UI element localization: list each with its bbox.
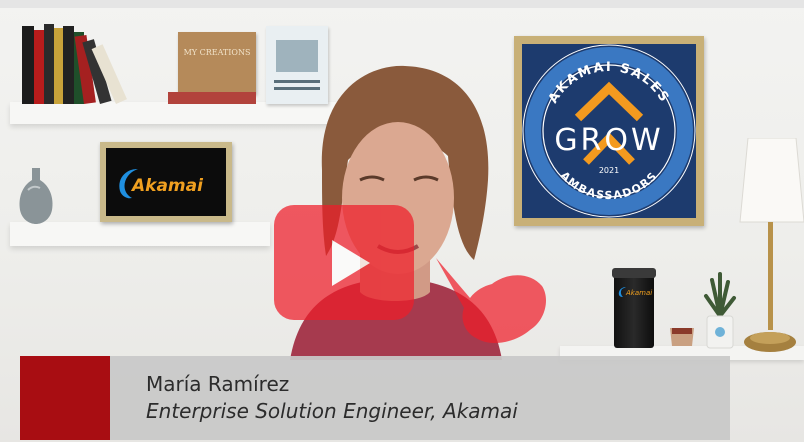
top-band bbox=[0, 0, 804, 8]
video-player[interactable]: MY CREATIONS Akamai AKAMAI SALES AMBASSA… bbox=[0, 0, 804, 442]
book-cover-text: MY CREATIONS bbox=[183, 48, 251, 57]
akamai-logo-text: Akamai bbox=[132, 176, 203, 196]
caption-accent bbox=[20, 356, 110, 440]
play-button[interactable] bbox=[274, 205, 414, 320]
hand-cursor-icon bbox=[436, 258, 546, 344]
vase bbox=[19, 168, 53, 224]
potted-plant bbox=[704, 272, 736, 349]
presenter-name: María Ramírez bbox=[146, 372, 290, 396]
play-icon bbox=[332, 240, 370, 286]
tumbler: Akamai bbox=[612, 268, 656, 348]
book-stack bbox=[22, 22, 152, 104]
akamai-frame: Akamai bbox=[100, 142, 232, 222]
grow-year: 2021 bbox=[599, 166, 619, 175]
presenter-title: Enterprise Solution Engineer, Akamai bbox=[146, 399, 518, 423]
table-lamp bbox=[739, 138, 804, 352]
tumbler-logo-text: Akamai bbox=[626, 289, 653, 297]
candle bbox=[670, 328, 694, 346]
caption-bar bbox=[20, 356, 730, 440]
grow-main-text: GROW bbox=[554, 123, 663, 158]
